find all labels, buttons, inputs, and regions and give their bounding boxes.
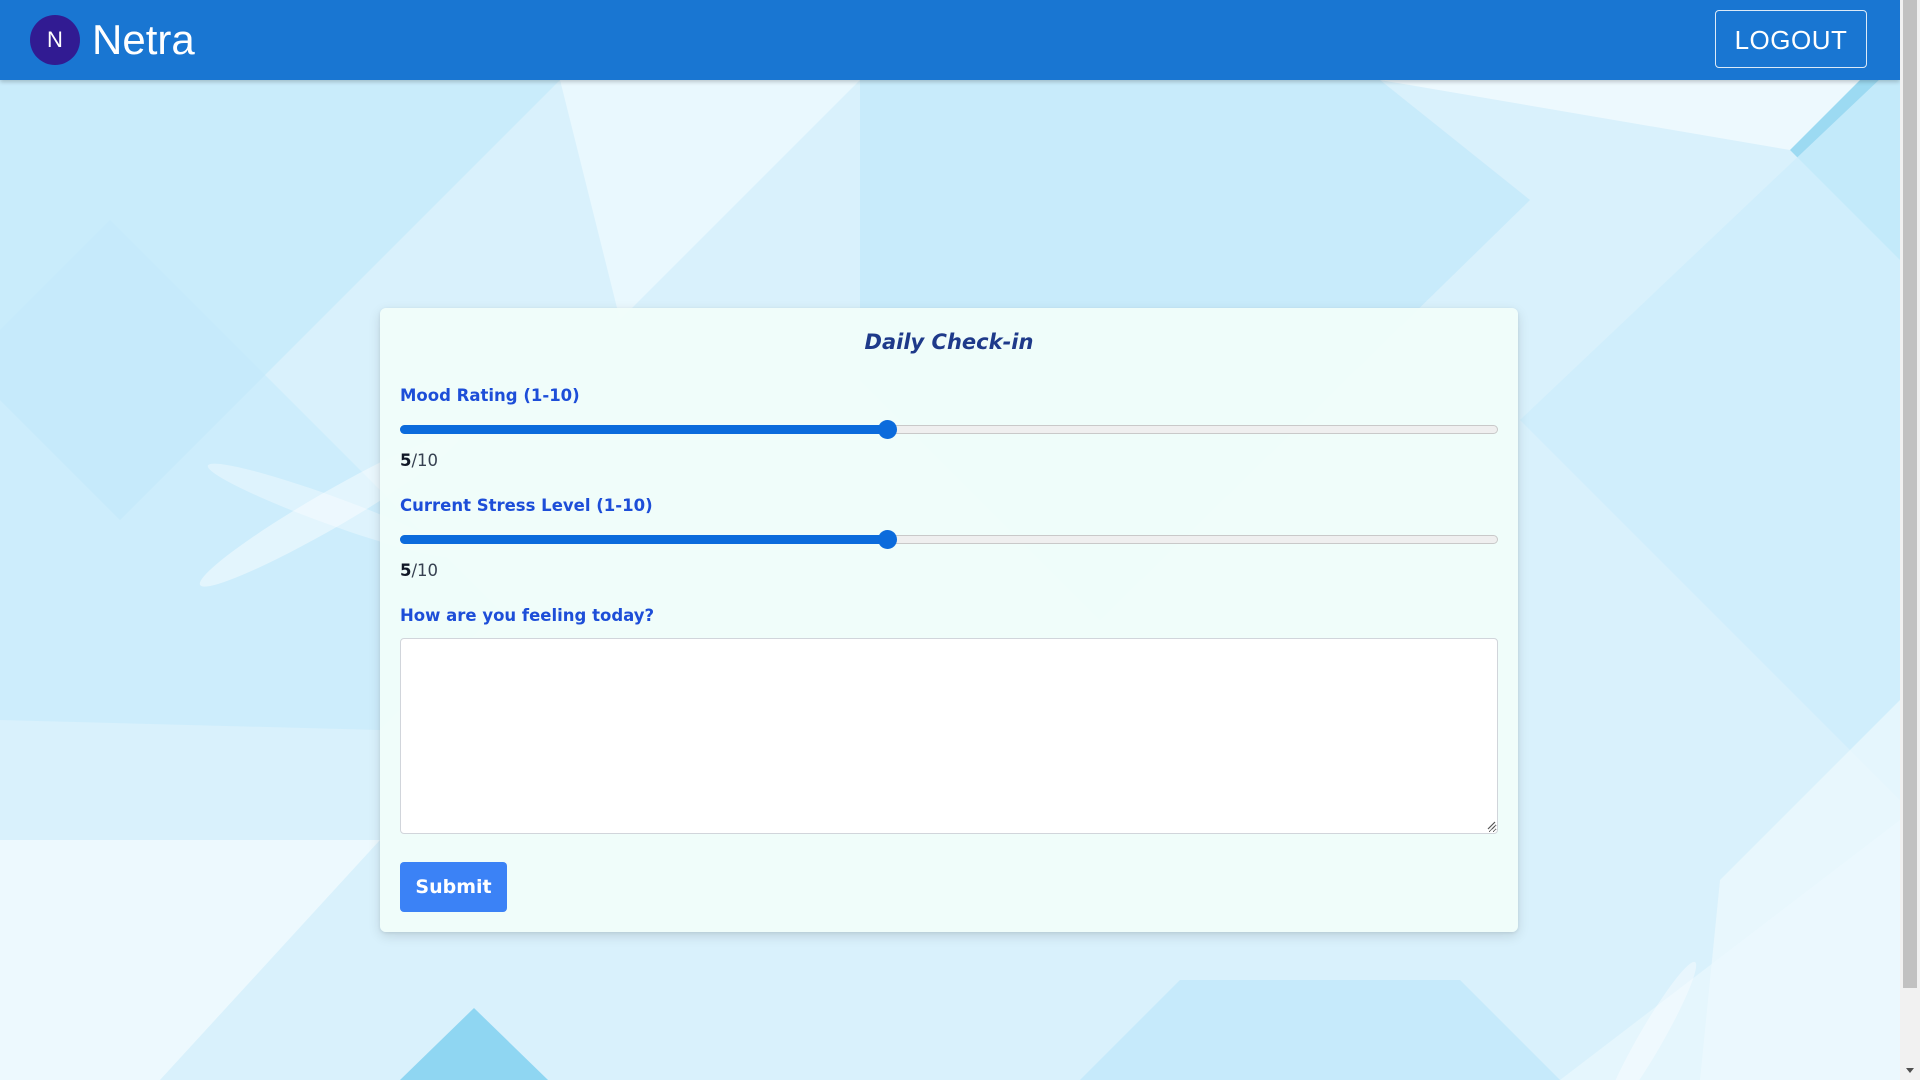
page-viewport: N Netra LOGOUT Daily Check-in Mood Ratin… (0, 0, 1900, 1080)
submit-button[interactable]: Submit (400, 862, 507, 912)
stress-label: Current Stress Level (1-10) (400, 496, 653, 515)
top-navbar: N Netra LOGOUT (0, 0, 1900, 80)
mood-value-number: 5 (400, 451, 412, 470)
resize-handle-icon[interactable] (1486, 820, 1496, 830)
stress-value-max: /10 (411, 561, 439, 580)
mood-value-max: /10 (411, 451, 439, 470)
brand-avatar[interactable]: N (30, 15, 80, 65)
logout-button[interactable]: LOGOUT (1715, 10, 1867, 68)
card-title: Daily Check-in (864, 330, 1034, 354)
feelings-label: How are you feeling today? (400, 606, 655, 625)
daily-checkin-card: Daily Check-in Mood Rating (1-10) 5/10 C… (380, 308, 1518, 932)
mood-slider-thumb[interactable] (878, 420, 898, 439)
mood-value: 5/10 (400, 451, 438, 470)
stress-value-number: 5 (400, 561, 412, 580)
mood-slider-fill (400, 425, 888, 434)
mood-label: Mood Rating (1-10) (400, 386, 580, 405)
brand-name[interactable]: Netra (92, 14, 195, 66)
stress-slider-fill (400, 535, 888, 544)
mood-slider[interactable] (400, 418, 1498, 442)
stress-value: 5/10 (400, 561, 438, 580)
stress-slider-thumb[interactable] (878, 530, 898, 549)
scroll-down-arrow-icon[interactable] (1900, 1060, 1920, 1080)
stress-slider[interactable] (400, 528, 1498, 552)
vertical-scrollbar[interactable] (1900, 0, 1920, 1080)
scrollbar-thumb[interactable] (1903, 0, 1917, 988)
feelings-textarea[interactable] (400, 638, 1498, 834)
